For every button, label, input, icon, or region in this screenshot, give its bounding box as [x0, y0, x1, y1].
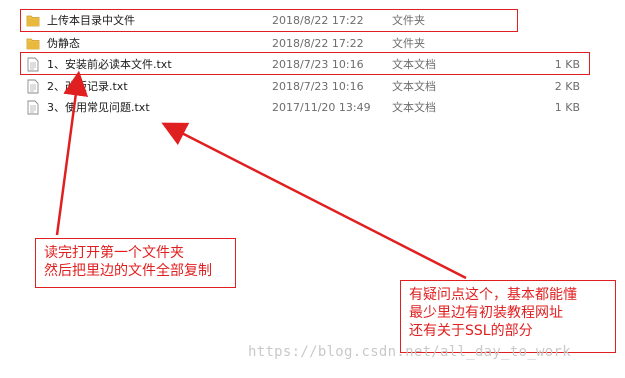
annotation-note-left: 读完打开第一个文件夹 然后把里边的文件全部复制: [35, 238, 236, 288]
note-line: 读完打开第一个文件夹: [44, 245, 184, 261]
note-line: 然后把里边的文件全部复制: [44, 263, 212, 279]
arrow-to-readme: [55, 70, 89, 236]
note-line: 还有关于SSL的部分: [409, 323, 533, 339]
annotation-note-right: 有疑问点这个，基本都能懂 最少里边有初装教程网址 还有关于SSL的部分: [400, 280, 616, 353]
watermark: https://blog.csdn.net/all_day_to_work: [248, 344, 571, 360]
note-line: 最少里边有初装教程网址: [409, 305, 563, 321]
note-line: 有疑问点这个，基本都能懂: [409, 287, 577, 303]
